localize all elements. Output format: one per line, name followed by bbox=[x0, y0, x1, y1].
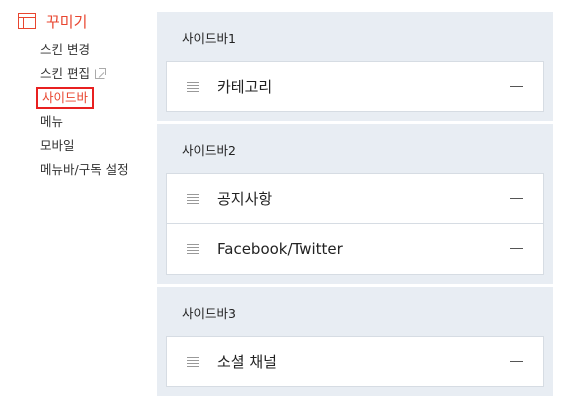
left-navigation: 꾸미기 스킨 변경 스킨 편집 사이드바 메뉴 모바일 메뉴바/구독 설정 bbox=[0, 0, 150, 400]
nav-item-skin-change[interactable]: 스킨 변경 bbox=[40, 38, 129, 62]
collapse-icon[interactable] bbox=[510, 361, 523, 362]
sidebar-group-2: 사이드바2 공지사항 Facebook/Twitter bbox=[157, 124, 553, 284]
sidebar-editor: 사이드바1 카테고리 사이드바2 공지사항 Facebook/Twitter 사… bbox=[157, 12, 553, 399]
sidebar-module[interactable]: 카테고리 bbox=[166, 61, 544, 112]
sidebar-module-label: 공지사항 bbox=[217, 190, 273, 208]
sidebar-module[interactable]: Facebook/Twitter bbox=[166, 224, 544, 275]
layout-icon bbox=[18, 13, 36, 29]
external-link-icon bbox=[94, 68, 106, 79]
sidebar-module-label: Facebook/Twitter bbox=[217, 240, 343, 258]
nav-item-label: 메뉴 bbox=[40, 114, 64, 129]
nav-title: 꾸미기 bbox=[46, 12, 88, 31]
nav-list: 스킨 변경 스킨 편집 사이드바 메뉴 모바일 메뉴바/구독 설정 bbox=[36, 38, 129, 182]
nav-item-skin-edit[interactable]: 스킨 편집 bbox=[40, 62, 129, 86]
sidebar-module[interactable]: 소셜 채널 bbox=[166, 336, 544, 387]
drag-handle-icon[interactable] bbox=[187, 193, 199, 204]
collapse-icon[interactable] bbox=[510, 198, 523, 199]
sidebar-module-label: 카테고리 bbox=[217, 78, 273, 96]
collapse-icon[interactable] bbox=[510, 86, 523, 87]
nav-item-label: 스킨 편집 bbox=[40, 66, 90, 81]
collapse-icon[interactable] bbox=[510, 248, 523, 249]
nav-item-sidebar[interactable]: 사이드바 bbox=[36, 86, 129, 110]
nav-item-menubar-subscribe[interactable]: 메뉴바/구독 설정 bbox=[40, 158, 129, 182]
sidebar-group-title: 사이드바3 bbox=[182, 306, 236, 321]
sidebar-module-label: 소셜 채널 bbox=[217, 353, 277, 371]
nav-item-menu[interactable]: 메뉴 bbox=[40, 110, 129, 134]
sidebar-module[interactable]: 공지사항 bbox=[166, 173, 544, 224]
sidebar-group-title: 사이드바2 bbox=[182, 143, 236, 158]
sidebar-group-3: 사이드바3 소셜 채널 bbox=[157, 287, 553, 396]
drag-handle-icon[interactable] bbox=[187, 244, 199, 254]
sidebar-group-1: 사이드바1 카테고리 bbox=[157, 12, 553, 121]
nav-item-label: 모바일 bbox=[40, 138, 75, 153]
sidebar-group-title: 사이드바1 bbox=[182, 31, 236, 46]
drag-handle-icon[interactable] bbox=[187, 356, 199, 367]
nav-header[interactable]: 꾸미기 bbox=[18, 10, 87, 32]
drag-handle-icon[interactable] bbox=[187, 81, 199, 92]
nav-item-mobile[interactable]: 모바일 bbox=[40, 134, 129, 158]
nav-item-label: 사이드바 bbox=[36, 87, 95, 109]
nav-item-label: 스킨 변경 bbox=[40, 42, 90, 57]
nav-item-label: 메뉴바/구독 설정 bbox=[40, 162, 129, 177]
